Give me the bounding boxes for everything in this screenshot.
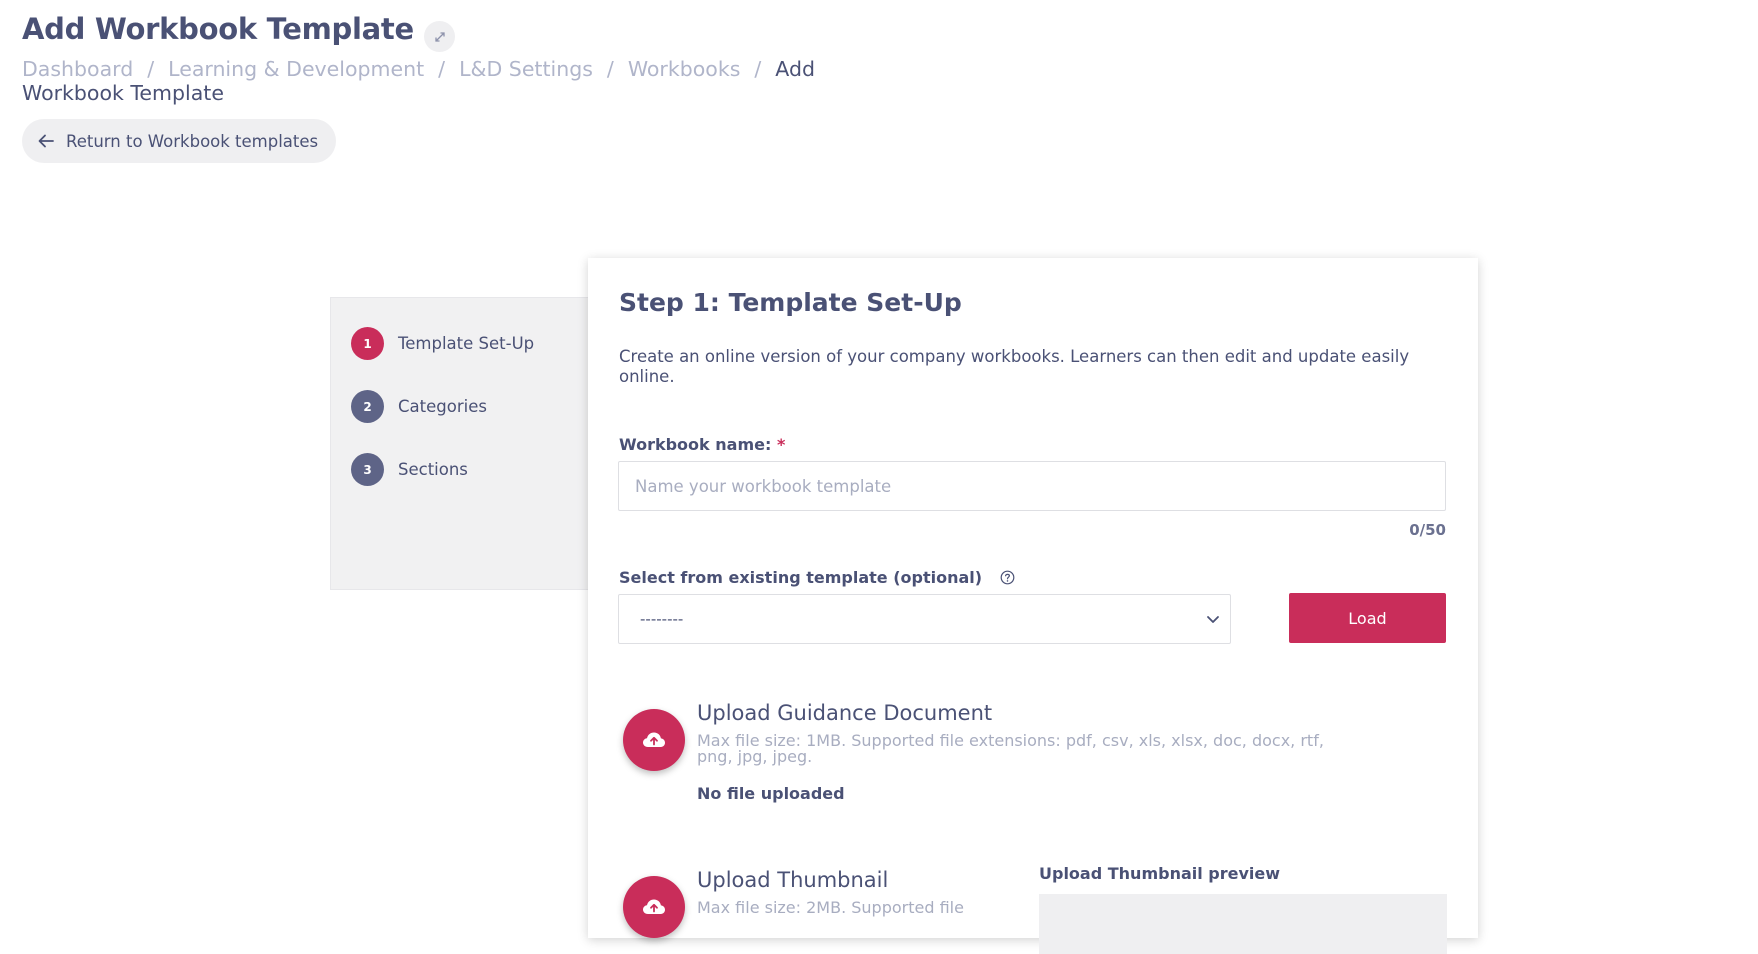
page-title: Add Workbook Template: [22, 12, 414, 46]
return-to-templates-button[interactable]: Return to Workbook templates: [22, 119, 337, 163]
breadcrumb: Dashboard / Learning & Development / L&D Set…: [22, 57, 902, 105]
step-label: Template Set-Up: [398, 334, 535, 353]
upload-thumbnail-title: Upload Thumbnail: [697, 868, 889, 892]
card-title: Step 1: Template Set-Up: [619, 288, 962, 317]
existing-template-select[interactable]: --------: [618, 594, 1231, 644]
required-marker: *: [776, 435, 786, 454]
question-circle-icon[interactable]: [1000, 570, 1015, 585]
card-description: Create an online version of your company…: [619, 347, 1410, 386]
step-sections[interactable]: 3 Sections: [351, 453, 468, 486]
cloud-upload-icon: [643, 899, 665, 914]
breadcrumb-learning-development[interactable]: Learning & Development: [168, 57, 424, 81]
workbook-name-input[interactable]: [618, 461, 1446, 511]
breadcrumb-ld-settings[interactable]: L&D Settings: [459, 57, 593, 81]
upload-guidance-title: Upload Guidance Document: [697, 701, 993, 725]
steps-sidebar: 1 Template Set-Up 2 Categories 3 Section…: [330, 297, 590, 590]
workbook-name-label: Workbook name: *: [619, 435, 785, 454]
step-number: 2: [351, 390, 384, 423]
step-template-setup[interactable]: 1 Template Set-Up: [351, 327, 534, 360]
expand-icon: [434, 31, 445, 42]
upload-thumbnail-info: Max file size: 2MB. Supported file: [697, 898, 964, 917]
breadcrumb-workbooks[interactable]: Workbooks: [628, 57, 741, 81]
step-number: 1: [351, 327, 384, 360]
template-setup-card: Step 1: Template Set-Up Create an online…: [588, 258, 1478, 954]
cloud-upload-icon: [643, 732, 665, 747]
breadcrumb-dashboard[interactable]: Dashboard: [22, 57, 133, 81]
step-number: 3: [351, 453, 384, 486]
breadcrumb-separator: /: [754, 57, 762, 81]
thumbnail-preview: [1039, 894, 1447, 954]
workbook-name-label-text: Workbook name:: [619, 435, 772, 454]
arrow-left-icon: [38, 134, 54, 148]
existing-template-label-text: Select from existing template (optional): [619, 568, 983, 587]
breadcrumb-separator: /: [438, 57, 446, 81]
upload-guidance-info: Max file size: 1MB. Supported file exten…: [697, 731, 1324, 766]
existing-template-label: Select from existing template (optional): [619, 568, 1015, 587]
breadcrumb-separator: /: [606, 57, 614, 81]
step-label: Sections: [398, 460, 468, 479]
upload-thumbnail-button[interactable]: [623, 876, 685, 938]
thumbnail-preview-label: Upload Thumbnail preview: [1039, 864, 1281, 883]
upload-guidance-status: No file uploaded: [697, 784, 845, 803]
return-button-label: Return to Workbook templates: [66, 131, 319, 151]
select-value: --------: [640, 610, 684, 628]
breadcrumb-separator: /: [147, 57, 155, 81]
step-categories[interactable]: 2 Categories: [351, 390, 487, 423]
expand-button[interactable]: [424, 21, 455, 52]
upload-guidance-button[interactable]: [623, 709, 685, 771]
chevron-down-icon: [1207, 615, 1219, 623]
character-counter: 0/50: [1409, 521, 1446, 539]
step-label: Categories: [398, 397, 487, 416]
load-button[interactable]: Load: [1289, 593, 1446, 643]
